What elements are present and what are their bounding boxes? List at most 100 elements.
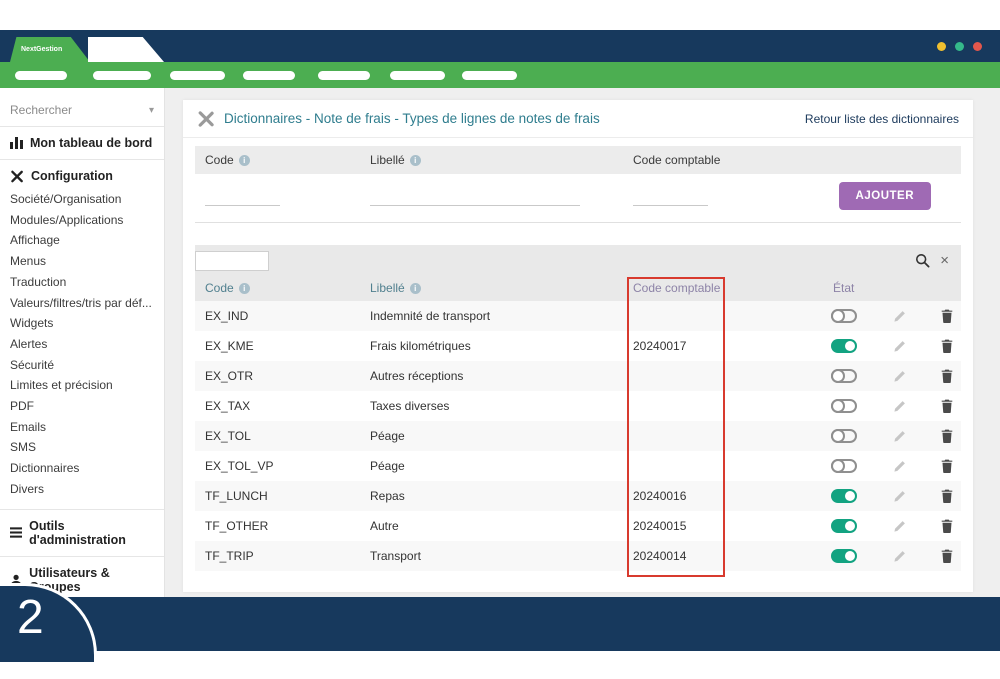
dashboard-icon xyxy=(10,137,23,149)
cell-code: EX_IND xyxy=(195,301,360,331)
sidebar-search-select[interactable]: Rechercher ▾ xyxy=(10,103,156,117)
table-search-input[interactable] xyxy=(195,251,269,271)
libelle-input[interactable] xyxy=(370,186,580,206)
edit-button[interactable] xyxy=(893,490,906,503)
trash-icon xyxy=(941,519,953,533)
trash-icon xyxy=(941,459,953,473)
add-entry-form: AJOUTER xyxy=(195,174,961,218)
delete-button[interactable] xyxy=(941,459,953,473)
form-label-libelle: Libellé xyxy=(370,153,405,167)
etat-toggle[interactable] xyxy=(831,549,857,563)
etat-toggle[interactable] xyxy=(831,339,857,353)
cell-libelle: Repas xyxy=(360,481,623,511)
clear-filter-icon[interactable]: × xyxy=(940,253,949,268)
cell-libelle: Autre xyxy=(360,511,623,541)
browser-tab-active[interactable]: NextGestion xyxy=(10,37,90,62)
form-label-code-comptable: Code comptable xyxy=(633,153,720,167)
edit-button[interactable] xyxy=(893,400,906,413)
search-icon[interactable] xyxy=(915,253,930,268)
edit-button[interactable] xyxy=(893,520,906,533)
minimize-dot-icon[interactable] xyxy=(937,42,946,51)
sidebar-item-configuration[interactable]: Configuration xyxy=(10,169,156,183)
delete-button[interactable] xyxy=(941,429,953,443)
edit-button[interactable] xyxy=(893,550,906,563)
sidebar-item[interactable]: Emails xyxy=(10,417,156,438)
etat-toggle[interactable] xyxy=(831,519,857,533)
column-header-etat[interactable]: État xyxy=(833,281,854,295)
info-icon xyxy=(239,155,250,166)
sidebar-item[interactable]: Société/Organisation xyxy=(10,189,156,210)
sidebar-item[interactable]: Alertes xyxy=(10,334,156,355)
nav-pill[interactable] xyxy=(390,71,445,80)
sidebar-item[interactable]: Menus xyxy=(10,251,156,272)
etat-toggle[interactable] xyxy=(831,309,857,323)
back-to-dictionaries-link[interactable]: Retour liste des dictionnaires xyxy=(805,112,959,126)
edit-button[interactable] xyxy=(893,430,906,443)
nav-pill[interactable] xyxy=(243,71,295,80)
delete-button[interactable] xyxy=(941,489,953,503)
sidebar-item[interactable]: Widgets xyxy=(10,313,156,334)
close-dot-icon[interactable] xyxy=(973,42,982,51)
cell-code-comptable xyxy=(623,301,808,331)
delete-button[interactable] xyxy=(941,369,953,383)
sidebar-item[interactable]: SMS xyxy=(10,437,156,458)
ajouter-button[interactable]: AJOUTER xyxy=(839,182,931,210)
trash-icon xyxy=(941,489,953,503)
pencil-icon xyxy=(893,310,906,323)
maximize-dot-icon[interactable] xyxy=(955,42,964,51)
cell-code-comptable: 20240017 xyxy=(623,331,808,361)
sidebar-item-admin-tools[interactable]: Outils d'administration xyxy=(10,519,156,547)
table-row: TF_LUNCHRepas20240016 xyxy=(195,481,961,511)
sidebar-item[interactable]: Modules/Applications xyxy=(10,210,156,231)
etat-toggle[interactable] xyxy=(831,459,857,473)
sidebar-item[interactable]: Valeurs/filtres/tris par déf... xyxy=(10,293,156,314)
browser-tab-blank[interactable] xyxy=(88,37,164,62)
sidebar-item[interactable]: Traduction xyxy=(10,272,156,293)
sidebar-config-list: Société/OrganisationModules/Applications… xyxy=(10,189,156,500)
cell-libelle: Transport xyxy=(360,541,623,571)
column-header-libelle[interactable]: Libellé xyxy=(370,281,405,295)
edit-button[interactable] xyxy=(893,340,906,353)
sidebar-item[interactable]: Divers xyxy=(10,479,156,500)
nav-pill[interactable] xyxy=(170,71,225,80)
column-header-code-comptable[interactable]: Code comptable xyxy=(633,281,720,295)
sidebar-item[interactable]: Dictionnaires xyxy=(10,458,156,479)
delete-button[interactable] xyxy=(941,519,953,533)
sidebar-item[interactable]: Limites et précision xyxy=(10,375,156,396)
trash-icon xyxy=(941,429,953,443)
nav-pill[interactable] xyxy=(462,71,517,80)
trash-icon xyxy=(941,309,953,323)
delete-button[interactable] xyxy=(941,399,953,413)
code-input[interactable] xyxy=(205,186,280,206)
pencil-icon xyxy=(893,400,906,413)
edit-button[interactable] xyxy=(893,310,906,323)
delete-button[interactable] xyxy=(941,549,953,563)
code-comptable-input[interactable] xyxy=(633,186,708,206)
delete-button[interactable] xyxy=(941,309,953,323)
edit-button[interactable] xyxy=(893,460,906,473)
sidebar-admin-tools-label: Outils d'administration xyxy=(29,519,156,547)
pencil-icon xyxy=(893,550,906,563)
cell-libelle: Péage xyxy=(360,451,623,481)
nav-pill[interactable] xyxy=(93,71,151,80)
window-titlebar: NextGestion xyxy=(0,30,1000,62)
column-header-code[interactable]: Code xyxy=(205,281,234,295)
edit-button[interactable] xyxy=(893,370,906,383)
sidebar-item[interactable]: Affichage xyxy=(10,230,156,251)
etat-toggle[interactable] xyxy=(831,369,857,383)
cell-code-comptable xyxy=(623,451,808,481)
etat-toggle[interactable] xyxy=(831,489,857,503)
delete-button[interactable] xyxy=(941,339,953,353)
sidebar-item[interactable]: PDF xyxy=(10,396,156,417)
nav-pill[interactable] xyxy=(15,71,67,80)
step-number: 2 xyxy=(17,590,44,645)
sidebar-item-dashboard[interactable]: Mon tableau de bord xyxy=(10,136,156,150)
sidebar-item[interactable]: Sécurité xyxy=(10,355,156,376)
etat-toggle[interactable] xyxy=(831,429,857,443)
table-row: EX_OTRAutres réceptions xyxy=(195,361,961,391)
cell-code: EX_TAX xyxy=(195,391,360,421)
table-row: TF_TRIPTransport20240014 xyxy=(195,541,961,571)
cell-libelle: Péage xyxy=(360,421,623,451)
etat-toggle[interactable] xyxy=(831,399,857,413)
nav-pill[interactable] xyxy=(318,71,370,80)
